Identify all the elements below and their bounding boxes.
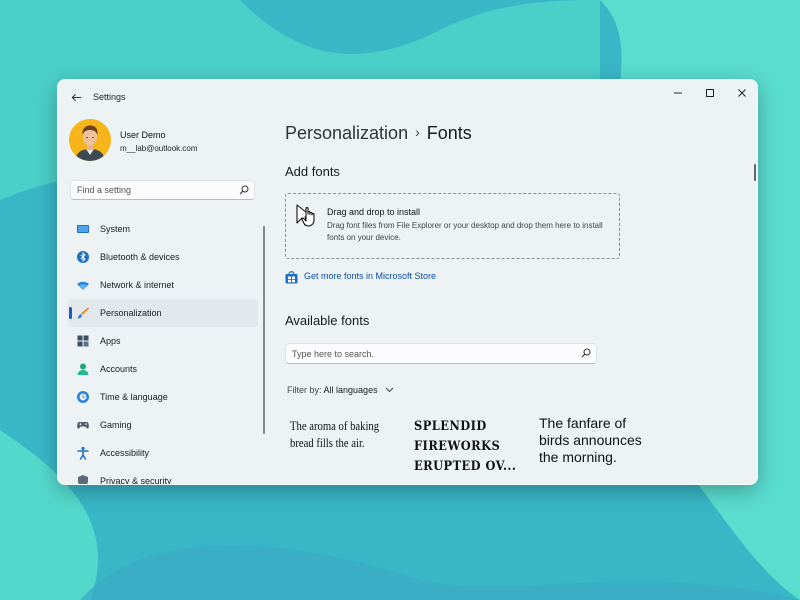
bluetooth-icon	[77, 251, 89, 263]
sidebar-nav: System Bluetooth & devices Network & int…	[68, 215, 258, 485]
user-avatar-icon	[69, 119, 111, 161]
minimize-button[interactable]	[662, 82, 694, 104]
arrow-left-icon	[71, 93, 81, 102]
search-icon	[581, 348, 591, 358]
breadcrumb-parent[interactable]: Personalization	[285, 123, 408, 143]
sidebar-item-label: Accessibility	[100, 448, 150, 458]
add-fonts-heading: Add fonts	[285, 164, 340, 179]
avatar	[69, 119, 111, 161]
active-indicator	[69, 307, 72, 319]
language-filter[interactable]: Filter by: All languages	[287, 385, 394, 395]
sidebar-item-label: Personalization	[100, 308, 162, 318]
font-search-field[interactable]	[285, 343, 597, 364]
maximize-icon	[706, 89, 714, 97]
accessibility-icon	[77, 446, 89, 460]
search-icon	[239, 185, 249, 195]
sidebar-item-accounts[interactable]: Accounts	[68, 355, 258, 383]
sidebar-item-label: Gaming	[100, 420, 132, 430]
font-sample-card[interactable]: The fanfare of birds announces the morni…	[539, 415, 651, 466]
close-icon	[738, 89, 746, 97]
chevron-down-icon	[385, 387, 394, 393]
store-link-label: Get more fonts in Microsoft Store	[304, 271, 437, 281]
user-name: User Demo	[120, 130, 166, 140]
user-email: m__lab@outlook.com	[120, 144, 198, 153]
gamepad-icon	[77, 422, 89, 429]
back-button[interactable]	[66, 89, 86, 105]
sidebar-item-label: Privacy & security	[100, 476, 172, 485]
font-sample-card[interactable]: The aroma of baking bread fills the air.	[290, 417, 380, 451]
sidebar-item-network[interactable]: Network & internet	[68, 271, 258, 299]
monitor-icon	[77, 225, 89, 233]
sidebar-item-privacy[interactable]: Privacy & security	[68, 467, 258, 485]
wifi-icon	[77, 281, 89, 290]
sidebar-item-label: Apps	[100, 336, 121, 346]
font-drop-zone[interactable]: Drag and drop to install Drag font files…	[285, 193, 620, 259]
filter-value: All languages	[323, 385, 378, 395]
apps-icon	[77, 335, 89, 347]
available-fonts-heading: Available fonts	[285, 313, 370, 328]
chevron-right-icon: ›	[415, 124, 420, 140]
find-setting-input[interactable]	[77, 183, 227, 197]
close-button[interactable]	[726, 82, 757, 104]
sidebar-item-bluetooth[interactable]: Bluetooth & devices	[68, 243, 258, 271]
person-icon	[77, 363, 89, 375]
sidebar-item-accessibility[interactable]: Accessibility	[68, 439, 258, 467]
hand-pointer-icon	[296, 204, 315, 227]
title-bar: Settings	[58, 80, 757, 114]
sidebar-item-system[interactable]: System	[68, 215, 258, 243]
settings-window: Settings User Demo m__lab@outlook.com Fi…	[57, 79, 758, 485]
filter-label: Filter by:	[287, 385, 322, 395]
sidebar-item-label: Time & language	[100, 392, 168, 402]
minimize-icon	[674, 92, 682, 94]
font-search-input[interactable]	[292, 347, 572, 361]
sidebar-scrollbar[interactable]	[263, 226, 265, 434]
main-scrollbar[interactable]	[754, 164, 756, 181]
sidebar-item-label: Network & internet	[100, 280, 175, 290]
breadcrumb: Personalization › Fonts	[285, 123, 472, 144]
sidebar-item-label: Bluetooth & devices	[100, 252, 180, 262]
drop-zone-description: Drag font files from File Explorer or yo…	[327, 221, 603, 242]
sidebar-item-label: Accounts	[100, 364, 138, 374]
store-icon	[285, 271, 298, 284]
sidebar-item-personalization[interactable]: Personalization	[68, 299, 258, 327]
app-title: Settings	[93, 92, 126, 102]
font-sample-card[interactable]: Splendid fireworks erupted ov...	[414, 417, 520, 477]
shield-icon	[78, 475, 88, 484]
page-title: Fonts	[426, 123, 472, 143]
sidebar-item-label: System	[100, 224, 131, 234]
sidebar-item-gaming[interactable]: Gaming	[68, 411, 258, 439]
globe-clock-icon	[77, 391, 89, 403]
sidebar-item-time-language[interactable]: Time & language	[68, 383, 258, 411]
find-setting-field[interactable]	[70, 180, 255, 200]
drop-zone-title: Drag and drop to install	[327, 207, 421, 217]
sidebar-item-apps[interactable]: Apps	[68, 327, 258, 355]
maximize-button[interactable]	[694, 82, 726, 104]
brush-icon	[77, 307, 89, 319]
